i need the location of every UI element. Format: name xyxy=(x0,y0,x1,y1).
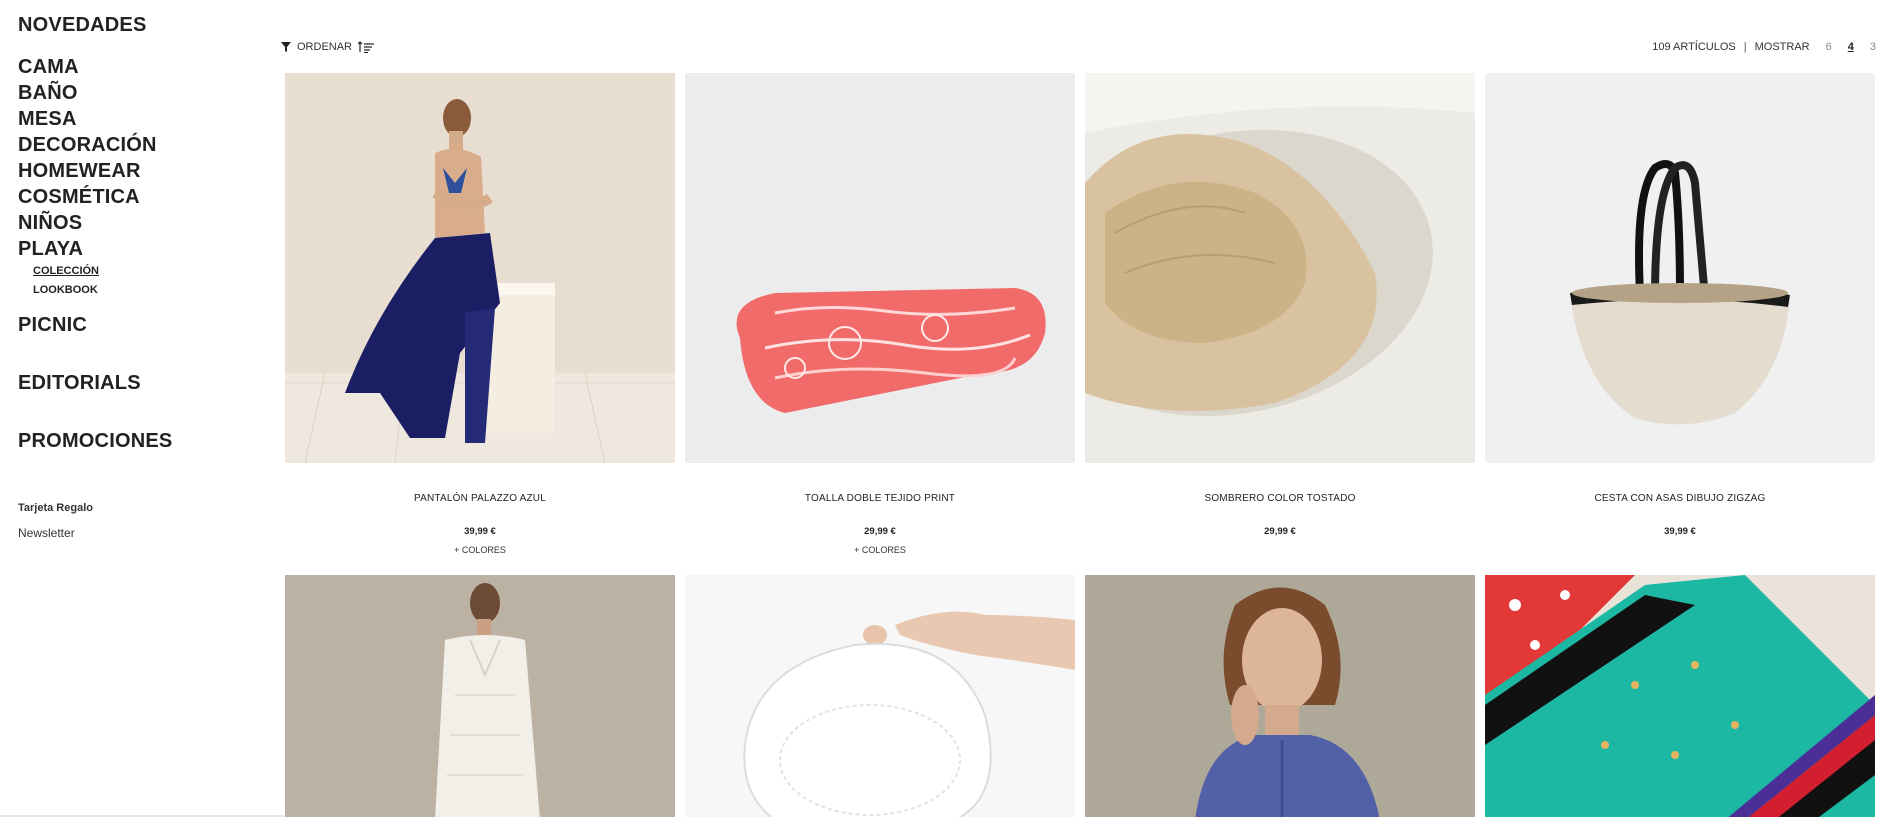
nav-homewear[interactable]: HOMEWEAR xyxy=(18,158,248,184)
grid-option-6[interactable]: 6 xyxy=(1826,41,1832,53)
toolbar-right: 109 ARTÍCULOS | MOSTRAR 6 4 3 xyxy=(1652,41,1876,53)
nav-ninos[interactable]: NIÑOS xyxy=(18,210,248,236)
show-label: MOSTRAR xyxy=(1754,41,1810,53)
product-info: PANTALÓN PALAZZO AZUL 39,99 € + COLORES xyxy=(285,493,675,555)
sort-button[interactable]: ORDENAR xyxy=(281,41,375,53)
product-info: TOALLA DOBLE TEJIDO PRINT 29,99 € + COLO… xyxy=(685,493,1075,555)
product-card[interactable] xyxy=(285,575,675,817)
product-image[interactable] xyxy=(1485,575,1875,817)
sidebar-footer: Tarjeta Regalo Newsletter xyxy=(18,496,248,546)
product-image[interactable] xyxy=(685,73,1075,463)
nav-promociones[interactable]: PROMOCIONES xyxy=(18,428,248,454)
product-info: CESTA CON ASAS DIBUJO ZIGZAG 39,99 € xyxy=(1485,493,1875,537)
product-image[interactable] xyxy=(285,73,675,463)
product-card[interactable] xyxy=(1085,575,1475,817)
sidebar: NOVEDADES CAMA BAÑO MESA DECORACIÓN HOME… xyxy=(18,12,248,546)
product-card[interactable]: SOMBRERO COLOR TOSTADO 29,99 € xyxy=(1085,73,1475,545)
product-colors[interactable]: + COLORES xyxy=(285,545,675,555)
product-name[interactable]: SOMBRERO COLOR TOSTADO xyxy=(1085,493,1475,504)
newsletter-link[interactable]: Newsletter xyxy=(18,521,248,546)
product-image[interactable] xyxy=(685,575,1075,817)
product-image[interactable] xyxy=(1485,73,1875,463)
nav-cama[interactable]: CAMA xyxy=(18,54,248,80)
product-info: SOMBRERO COLOR TOSTADO 29,99 € xyxy=(1085,493,1475,537)
nav-playa-lookbook[interactable]: LOOKBOOK xyxy=(33,281,248,300)
nav-decoracion[interactable]: DECORACIÓN xyxy=(18,132,248,158)
product-name[interactable]: CESTA CON ASAS DIBUJO ZIGZAG xyxy=(1485,493,1875,504)
product-price: 29,99 € xyxy=(1264,526,1296,537)
nav-playa-coleccion[interactable]: COLECCIÓN xyxy=(33,262,248,281)
sort-label: ORDENAR xyxy=(297,41,353,53)
product-name[interactable]: PANTALÓN PALAZZO AZUL xyxy=(285,493,675,504)
product-image[interactable] xyxy=(1085,73,1475,463)
article-count: 109 ARTÍCULOS xyxy=(1652,41,1736,53)
product-name[interactable]: TOALLA DOBLE TEJIDO PRINT xyxy=(685,493,1075,504)
product-image[interactable] xyxy=(285,575,675,817)
nav-bano[interactable]: BAÑO xyxy=(18,80,248,106)
product-card[interactable] xyxy=(685,575,1075,817)
sort-lines-icon xyxy=(358,41,375,53)
grid-option-3[interactable]: 3 xyxy=(1870,41,1876,53)
product-card[interactable]: PANTALÓN PALAZZO AZUL 39,99 € + COLORES xyxy=(285,73,675,555)
nav-novedades[interactable]: NOVEDADES xyxy=(18,12,248,38)
nav-mesa[interactable]: MESA xyxy=(18,106,248,132)
product-price: 39,99 € xyxy=(1664,526,1696,537)
listing-toolbar: ORDENAR 109 ARTÍCULOS | MOSTRAR 6 4 3 xyxy=(281,38,1876,56)
nav-editorials[interactable]: EDITORIALS xyxy=(18,370,248,396)
funnel-icon xyxy=(281,42,291,52)
product-card[interactable]: TOALLA DOBLE TEJIDO PRINT 29,99 € + COLO… xyxy=(685,73,1075,555)
toolbar-separator: | xyxy=(1743,41,1747,53)
product-card[interactable] xyxy=(1485,575,1875,817)
nav-picnic[interactable]: PICNIC xyxy=(18,312,248,338)
nav-cosmetica[interactable]: COSMÉTICA xyxy=(18,184,248,210)
product-card[interactable]: CESTA CON ASAS DIBUJO ZIGZAG 39,99 € xyxy=(1485,73,1875,545)
product-image[interactable] xyxy=(1085,575,1475,817)
product-price: 39,99 € xyxy=(464,526,496,537)
product-price: 29,99 € xyxy=(864,526,896,537)
gift-card-link[interactable]: Tarjeta Regalo xyxy=(18,496,248,521)
nav-playa[interactable]: PLAYA xyxy=(18,236,248,262)
grid-option-4[interactable]: 4 xyxy=(1848,41,1854,53)
product-colors[interactable]: + COLORES xyxy=(685,545,1075,555)
